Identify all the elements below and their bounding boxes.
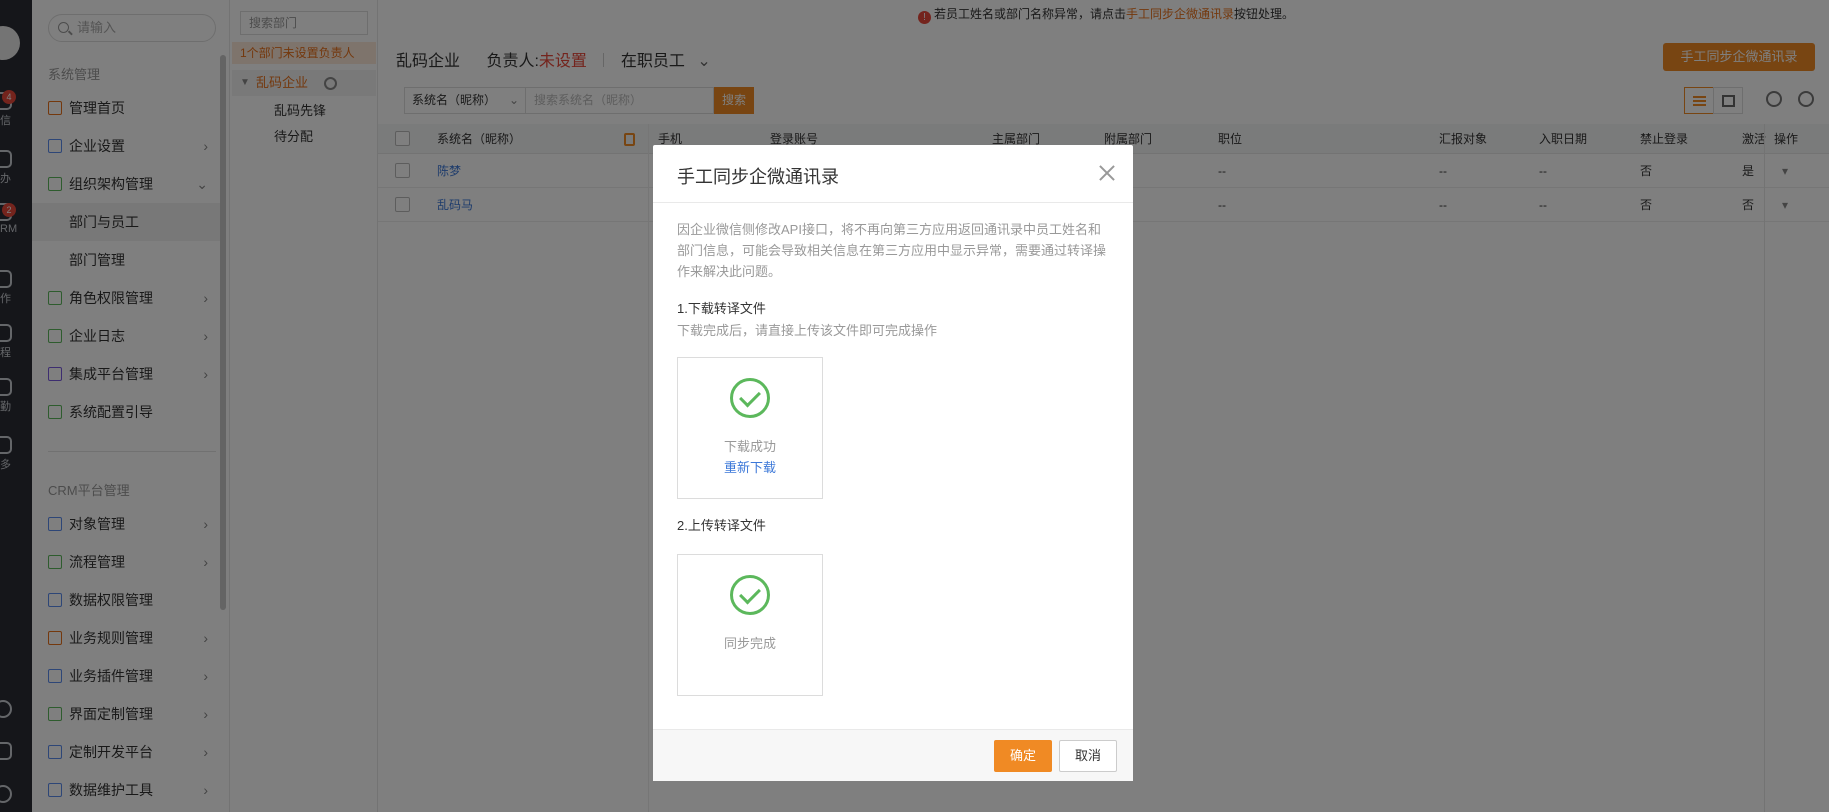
confirm-button[interactable]: 确定: [994, 740, 1052, 772]
page: 信 4 办 RM 2 作 程 勤 多: [0, 0, 1829, 812]
dialog-footer: 确定 取消: [653, 729, 1133, 781]
download-status: 下载成功: [723, 439, 776, 454]
sync-contacts-dialog: 手工同步企微通讯录 因企业微信侧修改API接口，将不再向第三方应用返回通讯录中员…: [653, 145, 1133, 781]
dialog-divider: [653, 202, 1133, 203]
dialog-description: 因企业微信侧修改API接口，将不再向第三方应用返回通讯录中员工姓名和部门信息，可…: [677, 222, 1107, 279]
dialog-title: 手工同步企微通讯录: [677, 167, 839, 187]
step1-title: 1.下载转译文件: [677, 301, 766, 316]
upload-card: 同步完成: [677, 554, 823, 696]
check-circle-icon: [730, 378, 770, 418]
step2-title: 2.上传转译文件: [677, 518, 766, 533]
step1-subtitle: 下载完成后，请直接上传该文件即可完成操作: [677, 323, 938, 338]
redownload-link[interactable]: 重新下载: [678, 457, 822, 476]
close-icon[interactable]: [1097, 163, 1117, 183]
upload-status: 同步完成: [723, 636, 776, 651]
cancel-button[interactable]: 取消: [1059, 740, 1117, 772]
download-card: 下载成功 重新下载: [677, 357, 823, 499]
check-circle-icon: [730, 575, 770, 615]
